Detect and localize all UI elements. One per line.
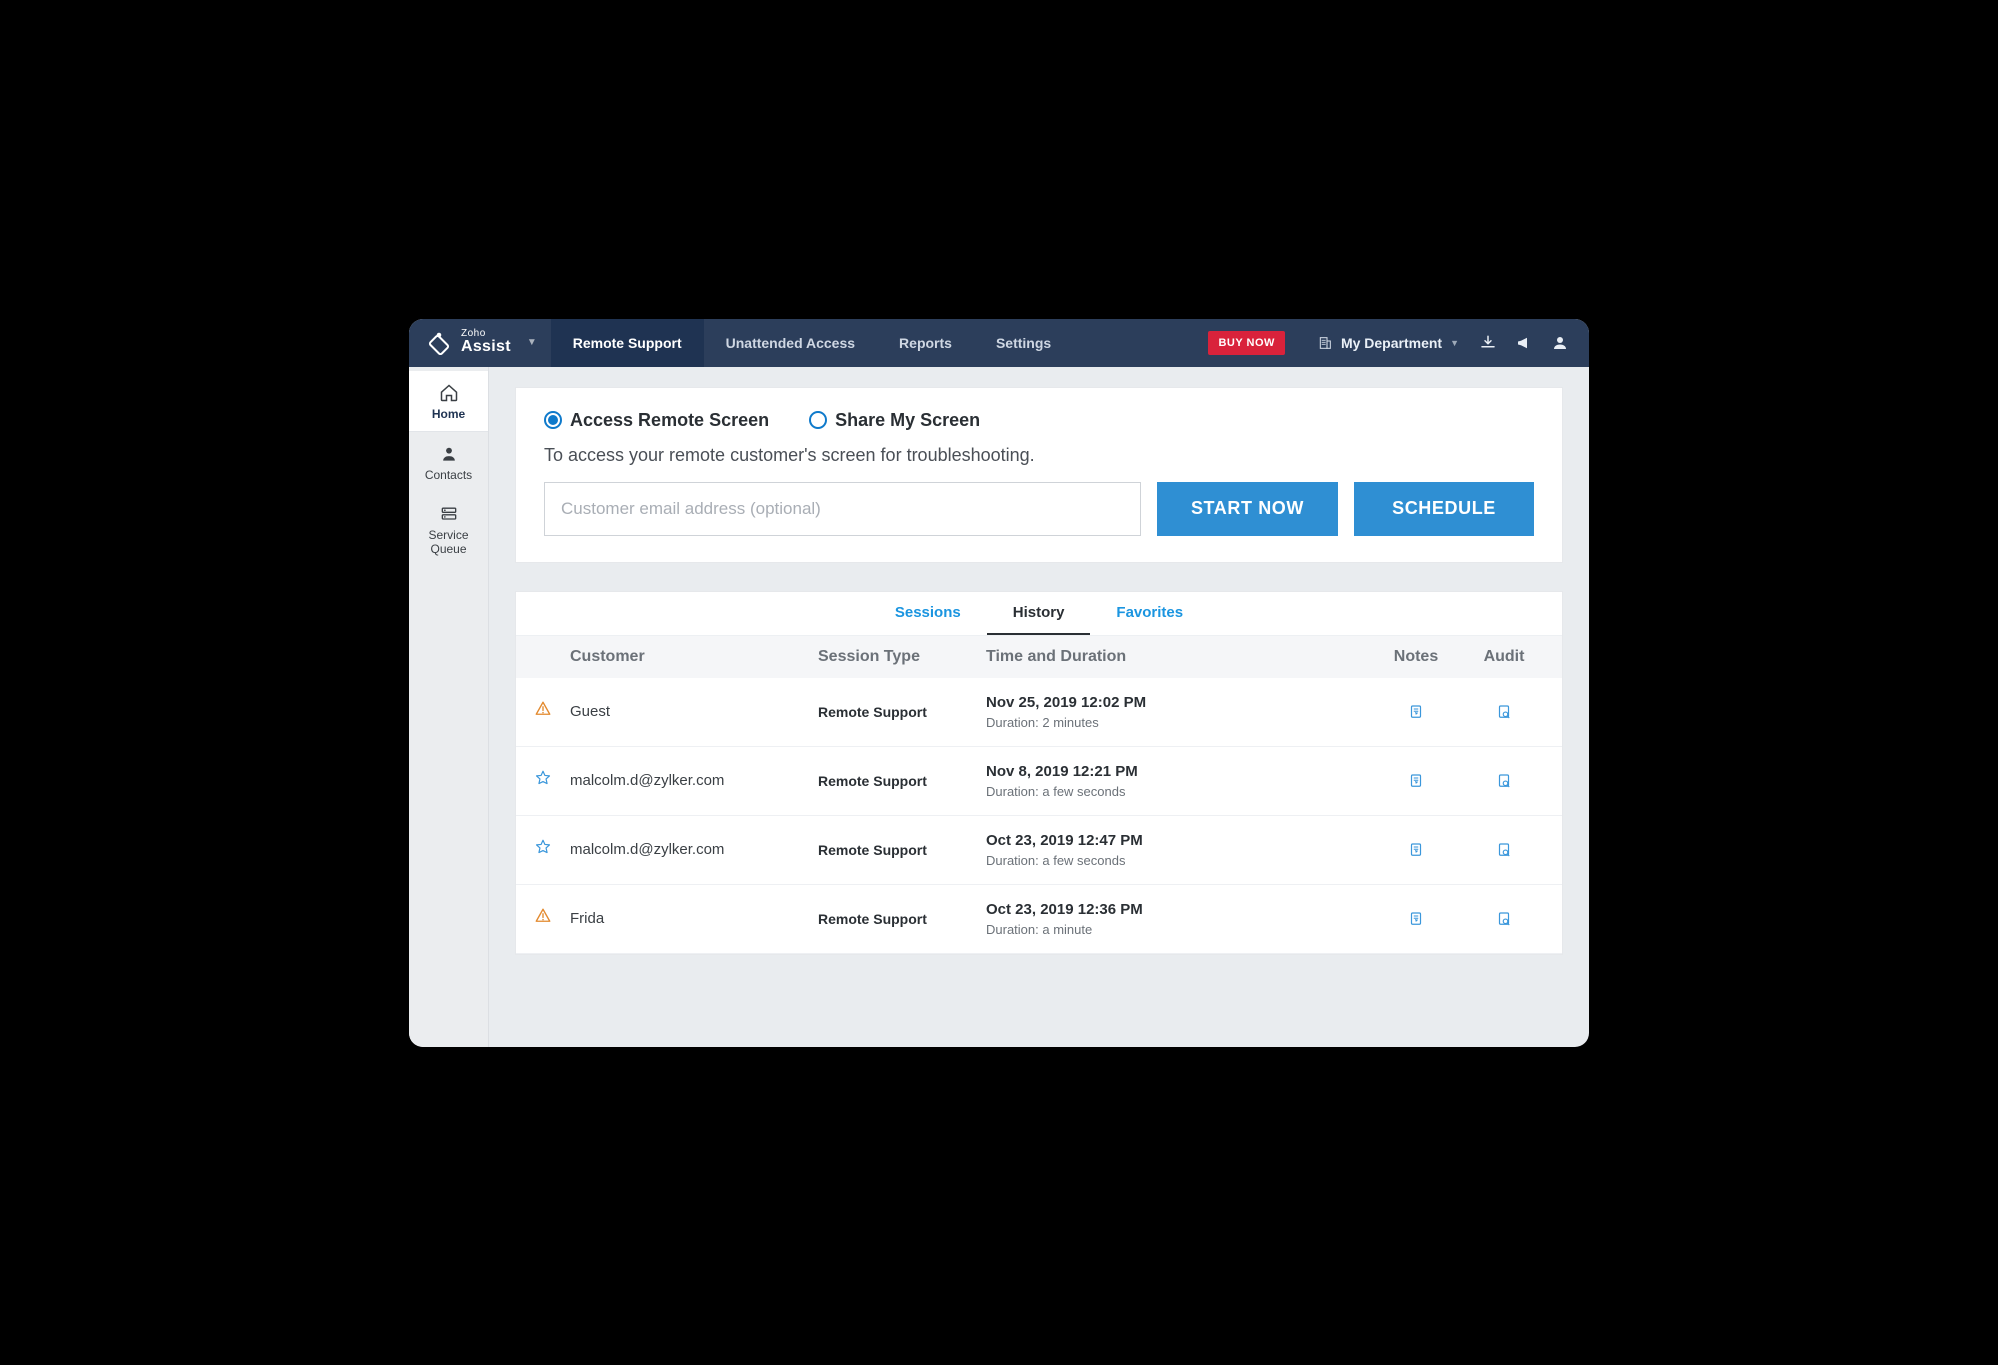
warning-icon xyxy=(534,700,562,723)
sidebar-item-service-queue[interactable]: Service Queue xyxy=(409,492,488,566)
cell-customer: Frida xyxy=(570,910,810,927)
panel-tab-sessions[interactable]: Sessions xyxy=(869,592,987,635)
announcements-icon[interactable] xyxy=(1515,334,1533,352)
top-nav-tabs: Remote SupportUnattended AccessReportsSe… xyxy=(551,319,1073,367)
audit-icon[interactable] xyxy=(1464,772,1544,790)
panel-tab-history[interactable]: History xyxy=(987,592,1091,635)
cell-time: Nov 25, 2019 12:02 PMDuration: 2 minutes xyxy=(986,694,1368,730)
app-window: Zoho Assist ▼ Remote SupportUnattended A… xyxy=(409,319,1589,1047)
audit-icon[interactable] xyxy=(1464,841,1544,859)
chevron-down-icon: ▼ xyxy=(1450,338,1459,348)
radio-circle-icon xyxy=(809,411,827,429)
cell-customer: malcolm.d@zylker.com xyxy=(570,772,810,789)
sidebar-item-label: Service Queue xyxy=(428,528,468,556)
brand-logo-icon xyxy=(427,331,451,355)
nav-tab-remote-support[interactable]: Remote Support xyxy=(551,319,704,367)
notes-icon[interactable] xyxy=(1376,841,1456,859)
nav-tab-unattended-access[interactable]: Unattended Access xyxy=(704,319,877,367)
audit-icon[interactable] xyxy=(1464,703,1544,721)
cell-customer: Guest xyxy=(570,703,810,720)
th-notes: Notes xyxy=(1376,648,1456,666)
sessions-tabs: SessionsHistoryFavorites xyxy=(516,592,1562,636)
brand[interactable]: Zoho Assist ▼ xyxy=(409,319,551,367)
table-row[interactable]: malcolm.d@zylker.com Remote Support Nov 8,… xyxy=(516,747,1562,816)
th-audit: Audit xyxy=(1464,648,1544,666)
brand-chevron-down-icon[interactable]: ▼ xyxy=(527,337,537,348)
sidebar-item-contacts[interactable]: Contacts xyxy=(409,432,488,492)
customer-email-input[interactable] xyxy=(544,482,1141,536)
notes-icon[interactable] xyxy=(1376,910,1456,928)
department-label: My Department xyxy=(1341,335,1442,351)
cell-session-type: Remote Support xyxy=(818,704,978,720)
access-lead-text: To access your remote customer's screen … xyxy=(544,445,1534,466)
radio-share-screen-label: Share My Screen xyxy=(835,410,980,431)
cell-time: Oct 23, 2019 12:36 PMDuration: a minute xyxy=(986,901,1368,937)
access-action-row: START NOW SCHEDULE xyxy=(544,482,1534,536)
table-header: Customer Session Type Time and Duration … xyxy=(516,636,1562,678)
start-now-button[interactable]: START NOW xyxy=(1157,482,1338,536)
nav-tab-settings[interactable]: Settings xyxy=(974,319,1073,367)
th-customer: Customer xyxy=(570,648,810,666)
radio-access-remote[interactable]: Access Remote Screen xyxy=(544,410,769,431)
sidebar-item-label: Home xyxy=(432,407,465,421)
radio-share-screen[interactable]: Share My Screen xyxy=(809,410,980,431)
sidebar-item-label: Contacts xyxy=(425,468,472,482)
cell-session-type: Remote Support xyxy=(818,773,978,789)
cell-time: Nov 8, 2019 12:21 PMDuration: a few seco… xyxy=(986,763,1368,799)
radio-dot-icon xyxy=(544,411,562,429)
access-panel: Access Remote Screen Share My Screen To … xyxy=(515,387,1563,563)
schedule-button[interactable]: SCHEDULE xyxy=(1354,482,1534,536)
cell-session-type: Remote Support xyxy=(818,911,978,927)
th-type: Session Type xyxy=(818,648,978,666)
cell-time: Oct 23, 2019 12:47 PMDuration: a few sec… xyxy=(986,832,1368,868)
table-row[interactable]: Guest Remote Support Nov 25, 2019 12:02 PM… xyxy=(516,678,1562,747)
building-icon xyxy=(1317,335,1333,351)
nav-tab-reports[interactable]: Reports xyxy=(877,319,974,367)
table-row[interactable]: Frida Remote Support Oct 23, 2019 12:36 PM… xyxy=(516,885,1562,954)
cell-session-type: Remote Support xyxy=(818,842,978,858)
main-area: Access Remote Screen Share My Screen To … xyxy=(489,367,1589,1047)
top-right-icons xyxy=(1473,319,1589,367)
buy-now-button[interactable]: BUY NOW xyxy=(1208,331,1284,355)
download-icon[interactable] xyxy=(1479,334,1497,352)
notes-icon[interactable] xyxy=(1376,703,1456,721)
top-nav: Zoho Assist ▼ Remote SupportUnattended A… xyxy=(409,319,1589,367)
brand-text: Zoho Assist xyxy=(461,329,511,356)
sidebar: Home Contacts Service Queue xyxy=(409,367,489,1047)
th-time: Time and Duration xyxy=(986,648,1368,666)
home-icon xyxy=(439,383,459,403)
audit-icon[interactable] xyxy=(1464,910,1544,928)
profile-icon[interactable] xyxy=(1551,334,1569,352)
brand-big: Assist xyxy=(461,339,511,356)
access-mode-row: Access Remote Screen Share My Screen xyxy=(544,410,1534,431)
notes-icon[interactable] xyxy=(1376,772,1456,790)
table-body: Guest Remote Support Nov 25, 2019 12:02 PM… xyxy=(516,678,1562,954)
service-queue-icon xyxy=(439,504,459,524)
department-dropdown[interactable]: My Department ▼ xyxy=(1303,319,1473,367)
radio-access-remote-label: Access Remote Screen xyxy=(570,410,769,431)
body: Home Contacts Service Queue Access Remote … xyxy=(409,367,1589,1047)
star-icon xyxy=(534,769,562,792)
contacts-icon xyxy=(439,444,459,464)
panel-tab-favorites[interactable]: Favorites xyxy=(1090,592,1209,635)
sidebar-item-home[interactable]: Home xyxy=(409,371,488,432)
cell-customer: malcolm.d@zylker.com xyxy=(570,841,810,858)
sessions-panel: SessionsHistoryFavorites Customer Sessio… xyxy=(515,591,1563,955)
warning-icon xyxy=(534,907,562,930)
star-icon xyxy=(534,838,562,861)
table-row[interactable]: malcolm.d@zylker.com Remote Support Oct 23… xyxy=(516,816,1562,885)
